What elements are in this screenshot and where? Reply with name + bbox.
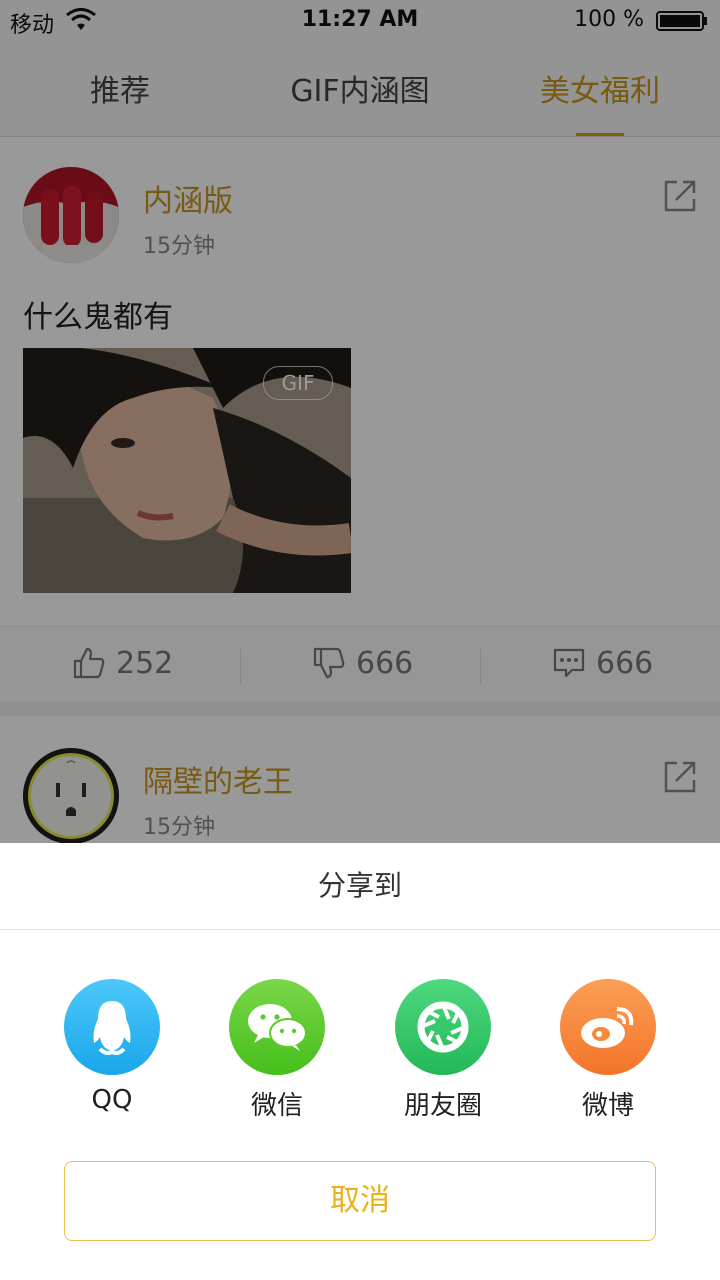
share-target-qq[interactable]: QQ [52, 979, 172, 1115]
weibo-icon [560, 979, 656, 1075]
weibo-label: 微博 [581, 1091, 634, 1121]
share-sheet-title: 分享到 [0, 843, 720, 930]
qq-icon [64, 979, 160, 1075]
share-target-wechat[interactable]: 微信 [217, 979, 337, 1122]
moments-icon [395, 979, 491, 1075]
modal-backdrop[interactable] [0, 0, 720, 843]
share-target-moments[interactable]: 朋友圈 [383, 979, 503, 1122]
cancel-button[interactable]: 取消 [64, 1161, 656, 1241]
qq-label: QQ [91, 1085, 133, 1115]
share-target-weibo[interactable]: 微博 [548, 979, 668, 1122]
wechat-icon [229, 979, 325, 1075]
moments-label: 朋友圈 [403, 1091, 482, 1121]
wechat-label: 微信 [250, 1091, 303, 1121]
